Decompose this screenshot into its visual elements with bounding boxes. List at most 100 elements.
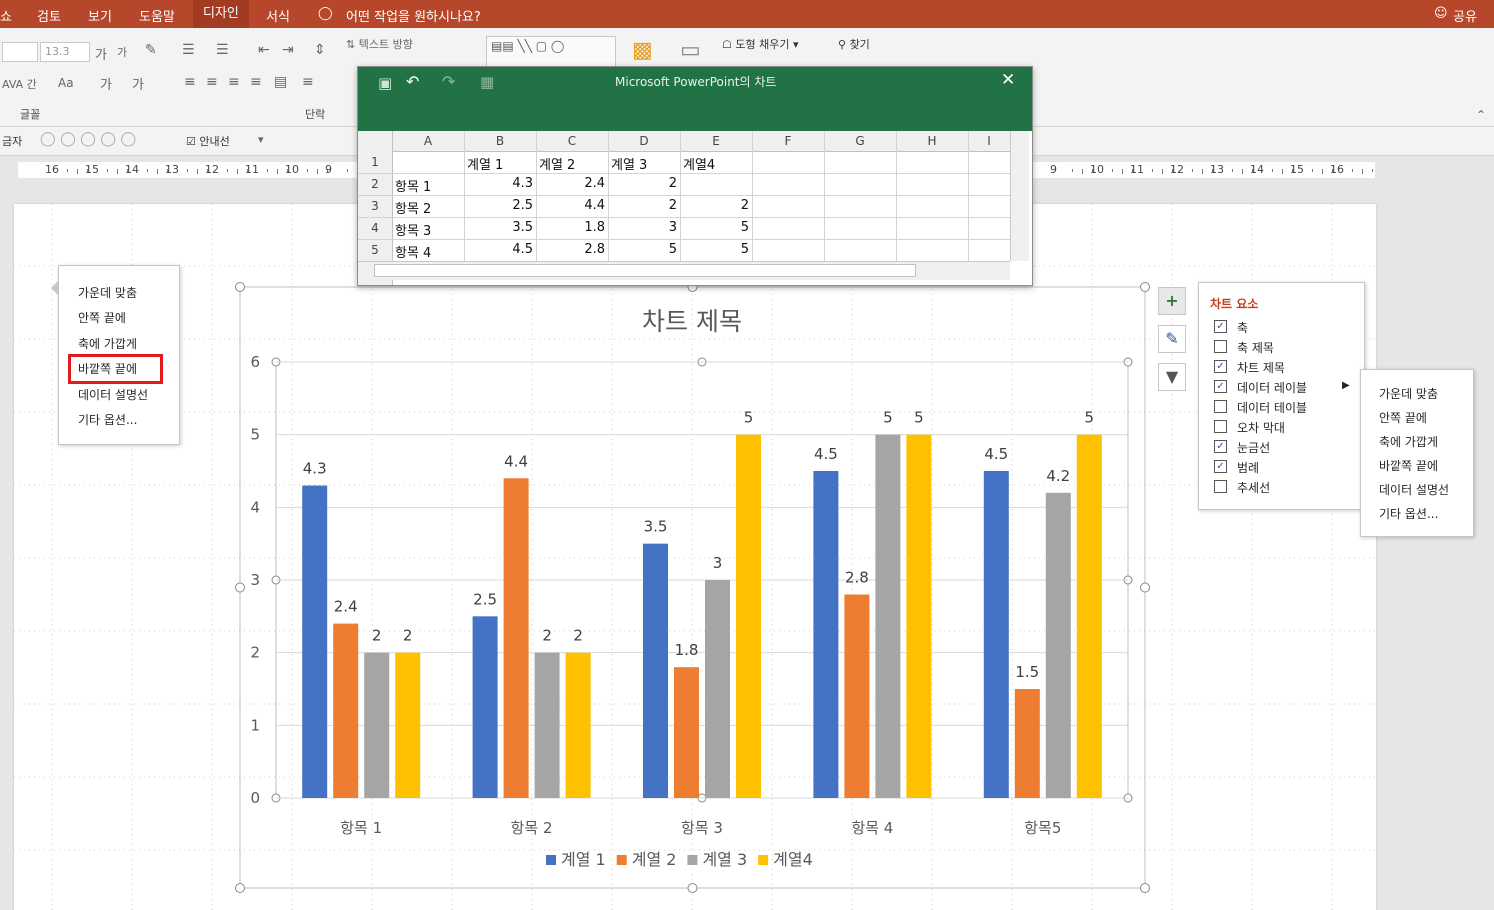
resize-handle[interactable] [235,582,245,593]
cell[interactable]: 항목 1 [395,176,461,195]
cell[interactable]: 2.8 [539,242,605,257]
data-label[interactable]: 2.5 [473,590,497,608]
increase-font-icon[interactable]: 가 [95,44,107,63]
data-label[interactable]: 4.2 [1046,467,1070,485]
row-header[interactable]: 4 [358,221,392,235]
align-text-icon[interactable]: ≡ [302,74,314,90]
chart-element-label[interactable]: 추세선 [1237,479,1270,496]
resize-handle[interactable] [235,282,245,292]
quick-styles-icon[interactable]: ▭ [680,38,701,63]
data-label[interactable]: 5 [883,409,893,427]
chart-element-label[interactable]: 축 제목 [1237,339,1274,356]
data-label[interactable]: 1.5 [1015,663,1039,681]
char-spacing-icon[interactable]: AVA 간 [2,76,37,92]
menu-item-more-options[interactable]: 기타 옵션... [78,411,137,428]
cell[interactable]: 계열 2 [539,154,605,173]
data-label[interactable]: 3.5 [644,518,668,536]
cell[interactable]: 1.8 [539,220,605,235]
submenu-item-inside-end[interactable]: 안쪽 끝에 [1379,409,1427,426]
menu-item-outside-end[interactable]: 바깥쪽 끝에 [78,360,137,377]
submenu-arrow-icon[interactable]: ▶ [1342,380,1350,391]
resize-handle[interactable] [1140,883,1150,893]
data-label[interactable]: 5 [914,409,924,427]
bar[interactable] [364,652,390,798]
columns-icon[interactable]: ▤ [274,74,287,90]
cell[interactable]: 5 [683,220,749,235]
justify-icon[interactable]: ≡ [250,74,262,90]
column-header[interactable]: D [608,134,680,148]
menu-item-center[interactable]: 가운데 맞춤 [78,284,137,301]
bullet-list-icon[interactable]: ☰ [182,42,195,58]
data-label[interactable]: 2.8 [845,569,869,587]
cell[interactable]: 2 [683,198,749,213]
font-name-box[interactable] [2,42,38,62]
data-label[interactable]: 5 [1085,409,1095,427]
bar[interactable] [875,434,901,798]
cell[interactable]: 항목 2 [395,198,461,217]
checkbox-3[interactable]: ✓ [1214,380,1227,393]
vertical-scrollbar[interactable] [1010,131,1029,261]
shape-fill-button[interactable]: ☖ 도형 채우기 ▾ [722,36,799,52]
submenu-item-center[interactable]: 가운데 맞춤 [1379,385,1438,402]
collapse-ribbon-icon[interactable]: ⌃ [1476,108,1486,122]
chart-filters-button[interactable]: ▼ [1158,363,1186,391]
cell[interactable]: 계열4 [683,154,749,173]
cell[interactable]: 2 [611,176,677,191]
tell-me-box[interactable]: 어떤 작업을 원하시나요? [346,6,481,25]
bar[interactable] [736,434,761,798]
checkbox-2[interactable]: ✓ [1214,360,1227,373]
row-header[interactable]: 3 [358,199,392,213]
arrange-icon[interactable]: ▩ [632,38,653,63]
resize-handle[interactable] [1140,582,1150,593]
submenu-item-outside-end[interactable]: 바깥쪽 끝에 [1379,457,1438,474]
font-color-icon[interactable]: 가 [132,74,144,93]
indent-increase-icon[interactable]: ⇥ [282,42,294,58]
data-label[interactable]: 5 [744,409,754,427]
data-label[interactable]: 4.5 [814,445,838,463]
text-direction-button[interactable]: ⇅ 텍스트 방향 [346,36,413,52]
checkbox-4[interactable] [1214,400,1227,413]
ring-icon[interactable]: ◯ ◯ ◯ ◯ ◯ [40,131,136,147]
cell[interactable]: 3.5 [467,220,533,235]
cell[interactable]: 항목 3 [395,220,461,239]
data-label[interactable]: 4.3 [303,460,327,478]
close-icon[interactable]: ✕ [1001,70,1015,90]
highlight-icon[interactable]: 가 [100,74,112,93]
column-header[interactable]: F [752,134,824,148]
align-left-icon[interactable]: ≡ [184,74,196,90]
cell[interactable]: 항목 4 [395,242,461,261]
spreadsheet-grid[interactable]: A B C D E F G H I 1 계열 1 계열 2 계열 3 계열4 2 항목 1 4.3 2.4 2 3 항목… [358,131,1032,285]
decrease-font-icon[interactable]: 가 [117,44,127,60]
data-label[interactable]: 2 [573,627,583,645]
tab-help[interactable]: 도움말 [139,6,175,25]
tab-design[interactable]: 디자인 [193,0,249,28]
undo-icon[interactable]: ↶ [406,72,419,91]
bar[interactable] [1076,434,1102,798]
bar[interactable] [1045,492,1071,798]
tab-slideshow[interactable]: 쇼 [0,6,12,25]
row-header[interactable]: 2 [358,177,392,191]
clear-format-icon[interactable]: ✎ [145,42,157,58]
numbered-list-icon[interactable]: ☰ [216,42,229,58]
legend-label[interactable]: 계열 1 [561,850,606,869]
legend-label[interactable]: 계열4 [773,850,813,869]
chart-element-label[interactable]: 차트 제목 [1237,359,1285,376]
cell[interactable]: 5 [683,242,749,257]
menu-item-data-callout[interactable]: 데이터 설명선 [78,386,148,403]
cell[interactable]: 계열 1 [467,154,533,173]
chart-styles-button[interactable]: ✎ [1158,325,1186,353]
chart-title[interactable]: 차트 제목 [642,307,742,336]
data-label[interactable]: 4.4 [504,452,528,470]
checkbox-7[interactable]: ✓ [1214,460,1227,473]
cell[interactable]: 2.5 [467,198,533,213]
cell[interactable]: 5 [611,242,677,257]
chart-element-label[interactable]: 오차 막대 [1237,419,1285,436]
chart-element-label[interactable]: 데이터 테이블 [1237,399,1307,416]
bar[interactable] [705,580,730,798]
bar[interactable] [333,623,359,798]
menu-item-inside-end[interactable]: 안쪽 끝에 [78,309,126,326]
cell[interactable]: 3 [611,220,677,235]
dropdown-icon[interactable]: ▾ [258,133,264,146]
column-header[interactable]: G [824,134,896,148]
column-header[interactable]: C [536,134,608,148]
